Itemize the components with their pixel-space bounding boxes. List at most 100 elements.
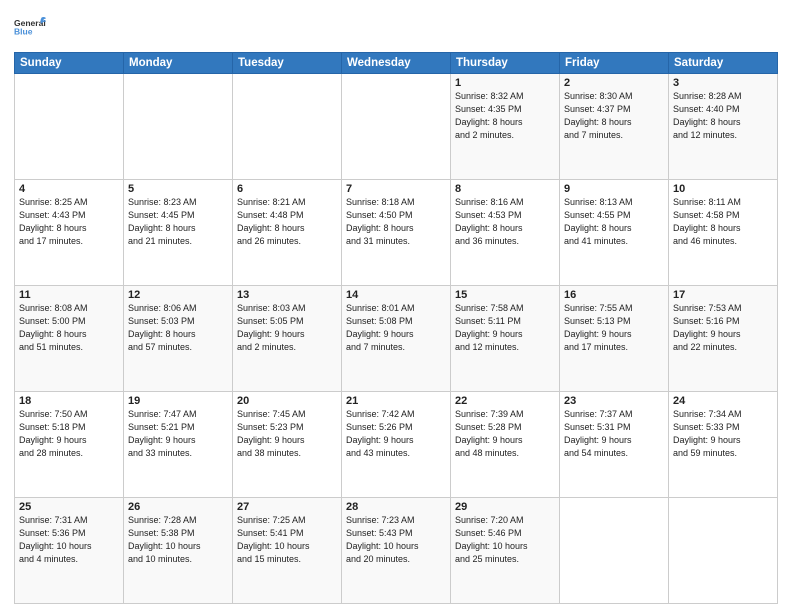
day-cell: 22Sunrise: 7:39 AMSunset: 5:28 PMDayligh…	[451, 392, 560, 498]
day-cell: 18Sunrise: 7:50 AMSunset: 5:18 PMDayligh…	[15, 392, 124, 498]
day-cell: 12Sunrise: 8:06 AMSunset: 5:03 PMDayligh…	[124, 286, 233, 392]
day-info: Sunrise: 7:31 AMSunset: 5:36 PMDaylight:…	[19, 514, 119, 566]
day-info: Sunrise: 8:13 AMSunset: 4:55 PMDaylight:…	[564, 196, 664, 248]
day-number: 13	[237, 289, 337, 301]
day-number: 5	[128, 183, 228, 195]
day-info: Sunrise: 8:11 AMSunset: 4:58 PMDaylight:…	[673, 196, 773, 248]
day-number: 23	[564, 395, 664, 407]
day-cell	[342, 74, 451, 180]
header: General Blue	[14, 10, 778, 46]
day-number: 9	[564, 183, 664, 195]
day-cell: 1Sunrise: 8:32 AMSunset: 4:35 PMDaylight…	[451, 74, 560, 180]
day-info: Sunrise: 8:30 AMSunset: 4:37 PMDaylight:…	[564, 90, 664, 142]
day-cell: 25Sunrise: 7:31 AMSunset: 5:36 PMDayligh…	[15, 498, 124, 604]
day-info: Sunrise: 7:37 AMSunset: 5:31 PMDaylight:…	[564, 408, 664, 460]
day-number: 26	[128, 501, 228, 513]
day-info: Sunrise: 7:25 AMSunset: 5:41 PMDaylight:…	[237, 514, 337, 566]
day-number: 19	[128, 395, 228, 407]
day-info: Sunrise: 7:20 AMSunset: 5:46 PMDaylight:…	[455, 514, 555, 566]
day-cell: 6Sunrise: 8:21 AMSunset: 4:48 PMDaylight…	[233, 180, 342, 286]
logo: General Blue	[14, 10, 46, 46]
day-cell	[669, 498, 778, 604]
day-number: 2	[564, 77, 664, 89]
day-number: 1	[455, 77, 555, 89]
day-info: Sunrise: 8:25 AMSunset: 4:43 PMDaylight:…	[19, 196, 119, 248]
day-cell: 16Sunrise: 7:55 AMSunset: 5:13 PMDayligh…	[560, 286, 669, 392]
day-cell: 29Sunrise: 7:20 AMSunset: 5:46 PMDayligh…	[451, 498, 560, 604]
day-number: 27	[237, 501, 337, 513]
day-cell: 28Sunrise: 7:23 AMSunset: 5:43 PMDayligh…	[342, 498, 451, 604]
day-cell	[124, 74, 233, 180]
week-row-2: 4Sunrise: 8:25 AMSunset: 4:43 PMDaylight…	[15, 180, 778, 286]
week-row-5: 25Sunrise: 7:31 AMSunset: 5:36 PMDayligh…	[15, 498, 778, 604]
day-cell: 7Sunrise: 8:18 AMSunset: 4:50 PMDaylight…	[342, 180, 451, 286]
day-cell	[233, 74, 342, 180]
day-number: 18	[19, 395, 119, 407]
day-info: Sunrise: 8:32 AMSunset: 4:35 PMDaylight:…	[455, 90, 555, 142]
col-header-wednesday: Wednesday	[342, 53, 451, 74]
day-info: Sunrise: 8:06 AMSunset: 5:03 PMDaylight:…	[128, 302, 228, 354]
day-cell	[15, 74, 124, 180]
day-cell: 5Sunrise: 8:23 AMSunset: 4:45 PMDaylight…	[124, 180, 233, 286]
day-number: 16	[564, 289, 664, 301]
day-number: 25	[19, 501, 119, 513]
col-header-sunday: Sunday	[15, 53, 124, 74]
day-info: Sunrise: 7:23 AMSunset: 5:43 PMDaylight:…	[346, 514, 446, 566]
day-number: 4	[19, 183, 119, 195]
day-number: 28	[346, 501, 446, 513]
day-cell: 19Sunrise: 7:47 AMSunset: 5:21 PMDayligh…	[124, 392, 233, 498]
day-cell: 3Sunrise: 8:28 AMSunset: 4:40 PMDaylight…	[669, 74, 778, 180]
day-cell: 13Sunrise: 8:03 AMSunset: 5:05 PMDayligh…	[233, 286, 342, 392]
calendar-table: SundayMondayTuesdayWednesdayThursdayFrid…	[14, 52, 778, 604]
week-row-1: 1Sunrise: 8:32 AMSunset: 4:35 PMDaylight…	[15, 74, 778, 180]
day-cell: 27Sunrise: 7:25 AMSunset: 5:41 PMDayligh…	[233, 498, 342, 604]
day-number: 3	[673, 77, 773, 89]
day-number: 15	[455, 289, 555, 301]
day-info: Sunrise: 7:50 AMSunset: 5:18 PMDaylight:…	[19, 408, 119, 460]
header-row: SundayMondayTuesdayWednesdayThursdayFrid…	[15, 53, 778, 74]
day-cell	[560, 498, 669, 604]
logo-svg: General Blue	[14, 10, 46, 46]
day-info: Sunrise: 7:47 AMSunset: 5:21 PMDaylight:…	[128, 408, 228, 460]
day-number: 24	[673, 395, 773, 407]
day-info: Sunrise: 7:34 AMSunset: 5:33 PMDaylight:…	[673, 408, 773, 460]
day-number: 20	[237, 395, 337, 407]
col-header-saturday: Saturday	[669, 53, 778, 74]
day-info: Sunrise: 7:53 AMSunset: 5:16 PMDaylight:…	[673, 302, 773, 354]
day-cell: 10Sunrise: 8:11 AMSunset: 4:58 PMDayligh…	[669, 180, 778, 286]
day-info: Sunrise: 7:58 AMSunset: 5:11 PMDaylight:…	[455, 302, 555, 354]
day-info: Sunrise: 8:18 AMSunset: 4:50 PMDaylight:…	[346, 196, 446, 248]
page: General Blue SundayMondayTuesdayWednesda…	[0, 0, 792, 612]
day-number: 12	[128, 289, 228, 301]
col-header-tuesday: Tuesday	[233, 53, 342, 74]
day-cell: 9Sunrise: 8:13 AMSunset: 4:55 PMDaylight…	[560, 180, 669, 286]
day-number: 29	[455, 501, 555, 513]
day-info: Sunrise: 7:55 AMSunset: 5:13 PMDaylight:…	[564, 302, 664, 354]
day-cell: 24Sunrise: 7:34 AMSunset: 5:33 PMDayligh…	[669, 392, 778, 498]
day-cell: 23Sunrise: 7:37 AMSunset: 5:31 PMDayligh…	[560, 392, 669, 498]
week-row-4: 18Sunrise: 7:50 AMSunset: 5:18 PMDayligh…	[15, 392, 778, 498]
day-cell: 4Sunrise: 8:25 AMSunset: 4:43 PMDaylight…	[15, 180, 124, 286]
col-header-monday: Monday	[124, 53, 233, 74]
day-info: Sunrise: 8:08 AMSunset: 5:00 PMDaylight:…	[19, 302, 119, 354]
week-row-3: 11Sunrise: 8:08 AMSunset: 5:00 PMDayligh…	[15, 286, 778, 392]
day-info: Sunrise: 7:39 AMSunset: 5:28 PMDaylight:…	[455, 408, 555, 460]
day-number: 22	[455, 395, 555, 407]
day-number: 6	[237, 183, 337, 195]
day-number: 8	[455, 183, 555, 195]
day-number: 11	[19, 289, 119, 301]
day-cell: 14Sunrise: 8:01 AMSunset: 5:08 PMDayligh…	[342, 286, 451, 392]
day-info: Sunrise: 8:03 AMSunset: 5:05 PMDaylight:…	[237, 302, 337, 354]
day-cell: 21Sunrise: 7:42 AMSunset: 5:26 PMDayligh…	[342, 392, 451, 498]
day-cell: 2Sunrise: 8:30 AMSunset: 4:37 PMDaylight…	[560, 74, 669, 180]
day-cell: 11Sunrise: 8:08 AMSunset: 5:00 PMDayligh…	[15, 286, 124, 392]
day-number: 17	[673, 289, 773, 301]
day-info: Sunrise: 8:01 AMSunset: 5:08 PMDaylight:…	[346, 302, 446, 354]
day-cell: 17Sunrise: 7:53 AMSunset: 5:16 PMDayligh…	[669, 286, 778, 392]
col-header-thursday: Thursday	[451, 53, 560, 74]
day-info: Sunrise: 8:21 AMSunset: 4:48 PMDaylight:…	[237, 196, 337, 248]
day-number: 7	[346, 183, 446, 195]
day-cell: 20Sunrise: 7:45 AMSunset: 5:23 PMDayligh…	[233, 392, 342, 498]
day-info: Sunrise: 7:28 AMSunset: 5:38 PMDaylight:…	[128, 514, 228, 566]
day-info: Sunrise: 8:16 AMSunset: 4:53 PMDaylight:…	[455, 196, 555, 248]
